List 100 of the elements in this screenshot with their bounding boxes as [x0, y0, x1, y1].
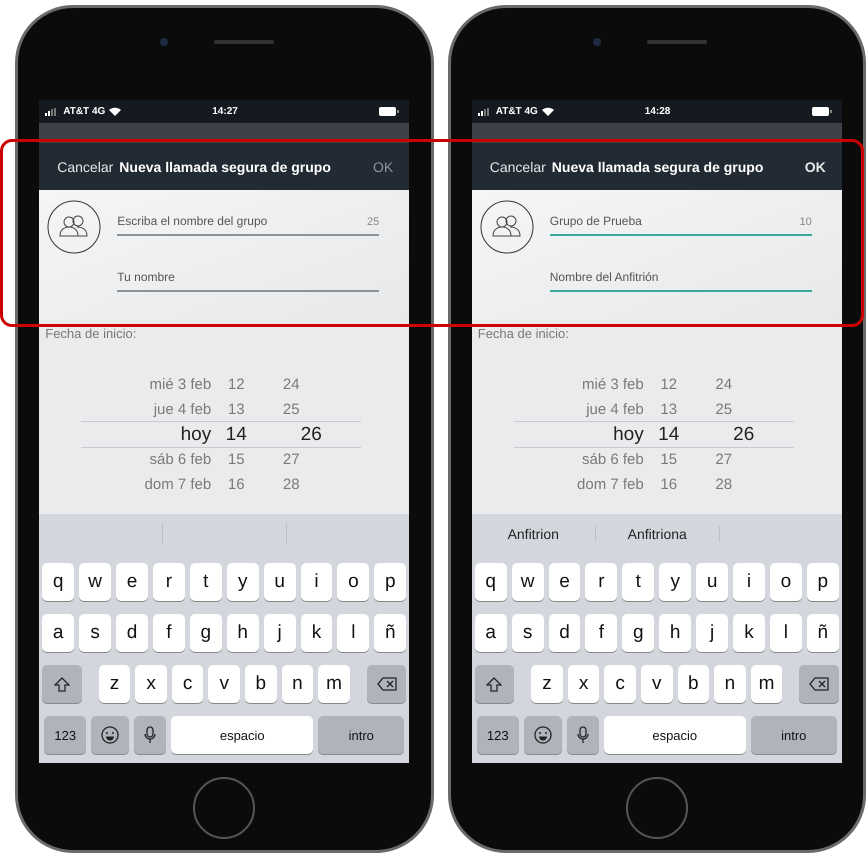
letter-key[interactable]: d: [548, 614, 580, 652]
cancel-button[interactable]: Cancelar: [57, 158, 114, 174]
ok-button[interactable]: OK: [373, 158, 394, 174]
picker-day[interactable]: dom 7 feb: [39, 476, 212, 493]
picker-hour[interactable]: 15: [644, 451, 694, 468]
space-key[interactable]: espacio: [604, 716, 746, 754]
picker-minute[interactable]: 24: [694, 376, 754, 393]
picker-minute[interactable]: 24: [261, 376, 322, 393]
letter-key[interactable]: i: [300, 563, 332, 601]
letter-key[interactable]: b: [678, 665, 710, 703]
letter-key[interactable]: z: [531, 665, 563, 703]
picker-day[interactable]: jue 4 feb: [472, 401, 644, 418]
cancel-button[interactable]: Cancelar: [490, 158, 546, 174]
picker-hour[interactable]: 16: [644, 476, 694, 493]
letter-key[interactable]: a: [474, 614, 507, 652]
picker-minute[interactable]: 26: [694, 421, 794, 448]
letter-key[interactable]: ñ: [806, 614, 839, 652]
letter-key[interactable]: y: [226, 563, 259, 601]
home-button[interactable]: [626, 777, 688, 839]
picker-day[interactable]: jue 4 feb: [39, 401, 212, 418]
ok-button[interactable]: OK: [804, 158, 826, 174]
picker-minute[interactable]: 28: [694, 476, 754, 493]
letter-key[interactable]: m: [750, 665, 782, 703]
letter-key[interactable]: o: [337, 563, 370, 601]
picker-day[interactable]: mié 3 feb: [472, 376, 644, 393]
letter-key[interactable]: c: [172, 665, 204, 703]
letter-key[interactable]: d: [116, 614, 148, 652]
letter-key[interactable]: f: [152, 614, 185, 652]
text-field[interactable]: Nombre del Anfitrión: [550, 256, 812, 292]
picker-hour[interactable]: 16: [211, 476, 262, 493]
text-field[interactable]: Grupo de Prueba 10: [550, 200, 812, 236]
backspace-key[interactable]: [366, 665, 406, 703]
letter-key[interactable]: h: [226, 614, 259, 652]
picker-day[interactable]: sáb 6 feb: [39, 451, 212, 468]
letter-key[interactable]: s: [79, 614, 112, 652]
picker-hour[interactable]: 12: [644, 376, 694, 393]
letter-key[interactable]: e: [548, 563, 580, 601]
letter-key[interactable]: j: [264, 614, 296, 652]
letter-key[interactable]: v: [640, 665, 673, 703]
picker-day[interactable]: mié 3 feb: [39, 376, 212, 393]
letter-key[interactable]: k: [300, 614, 332, 652]
letter-key[interactable]: y: [659, 563, 692, 601]
space-key[interactable]: espacio: [171, 716, 314, 754]
picker-hour[interactable]: 12: [211, 376, 262, 393]
picker-minute[interactable]: 25: [261, 401, 322, 418]
picker-hour[interactable]: 13: [211, 401, 262, 418]
letter-key[interactable]: l: [337, 614, 370, 652]
picker-hour[interactable]: 13: [644, 401, 694, 418]
letter-key[interactable]: g: [622, 614, 654, 652]
return-key[interactable]: intro: [318, 716, 404, 754]
text-field[interactable]: Tu nombre: [117, 256, 380, 292]
backspace-key[interactable]: [799, 665, 839, 703]
word-suggestion[interactable]: Anfitriona: [596, 526, 720, 542]
microphone-key[interactable]: [134, 716, 166, 754]
return-key[interactable]: intro: [750, 716, 837, 754]
letter-key[interactable]: n: [282, 665, 314, 703]
letter-key[interactable]: v: [208, 665, 240, 703]
letter-key[interactable]: z: [98, 665, 130, 703]
microphone-key[interactable]: [566, 716, 599, 754]
letter-key[interactable]: i: [733, 563, 765, 601]
letter-key[interactable]: x: [135, 665, 167, 703]
date-time-picker[interactable]: mié 3 feb 12 24 jue 4 feb 13 25 hoy 14 26 sáb 6 feb 15 27 dom 7 feb 16 28: [472, 344, 842, 514]
picker-minute[interactable]: 26: [261, 421, 362, 448]
shift-key[interactable]: [474, 665, 514, 703]
word-suggestion[interactable]: Anfitrion: [472, 526, 596, 542]
picker-day[interactable]: hoy: [81, 421, 212, 448]
picker-day[interactable]: dom 7 feb: [472, 476, 644, 493]
picker-day[interactable]: sáb 6 feb: [472, 451, 644, 468]
home-button[interactable]: [193, 777, 256, 839]
letter-key[interactable]: q: [474, 563, 507, 601]
picker-hour[interactable]: 15: [211, 451, 262, 468]
picker-hour[interactable]: 14: [211, 421, 262, 448]
letter-key[interactable]: h: [659, 614, 692, 652]
letter-key[interactable]: g: [190, 614, 222, 652]
picker-minute[interactable]: 25: [694, 401, 754, 418]
text-field[interactable]: Escriba el nombre del grupo 25: [117, 200, 380, 236]
picker-day[interactable]: hoy: [514, 421, 644, 448]
letter-key[interactable]: p: [374, 563, 406, 601]
letter-key[interactable]: p: [806, 563, 839, 601]
letter-key[interactable]: t: [190, 563, 222, 601]
letter-key[interactable]: r: [585, 563, 618, 601]
letter-key[interactable]: u: [696, 563, 728, 601]
letter-key[interactable]: t: [622, 563, 654, 601]
letter-key[interactable]: s: [512, 614, 544, 652]
letter-key[interactable]: ñ: [374, 614, 406, 652]
letter-key[interactable]: w: [79, 563, 112, 601]
emoji-key[interactable]: [91, 716, 130, 754]
letter-key[interactable]: o: [770, 563, 802, 601]
letter-key[interactable]: q: [42, 563, 74, 601]
letter-key[interactable]: r: [152, 563, 185, 601]
letter-key[interactable]: e: [116, 563, 148, 601]
letter-key[interactable]: u: [264, 563, 296, 601]
shift-key[interactable]: [42, 665, 82, 703]
letter-key[interactable]: n: [714, 665, 746, 703]
numbers-key[interactable]: 123: [476, 716, 519, 754]
letter-key[interactable]: c: [604, 665, 636, 703]
letter-key[interactable]: w: [512, 563, 544, 601]
date-time-picker[interactable]: mié 3 feb 12 24 jue 4 feb 13 25 hoy 14 26 sáb 6 feb 15 27 dom 7 feb 16 28: [39, 344, 410, 514]
letter-key[interactable]: x: [568, 665, 600, 703]
letter-key[interactable]: j: [696, 614, 728, 652]
